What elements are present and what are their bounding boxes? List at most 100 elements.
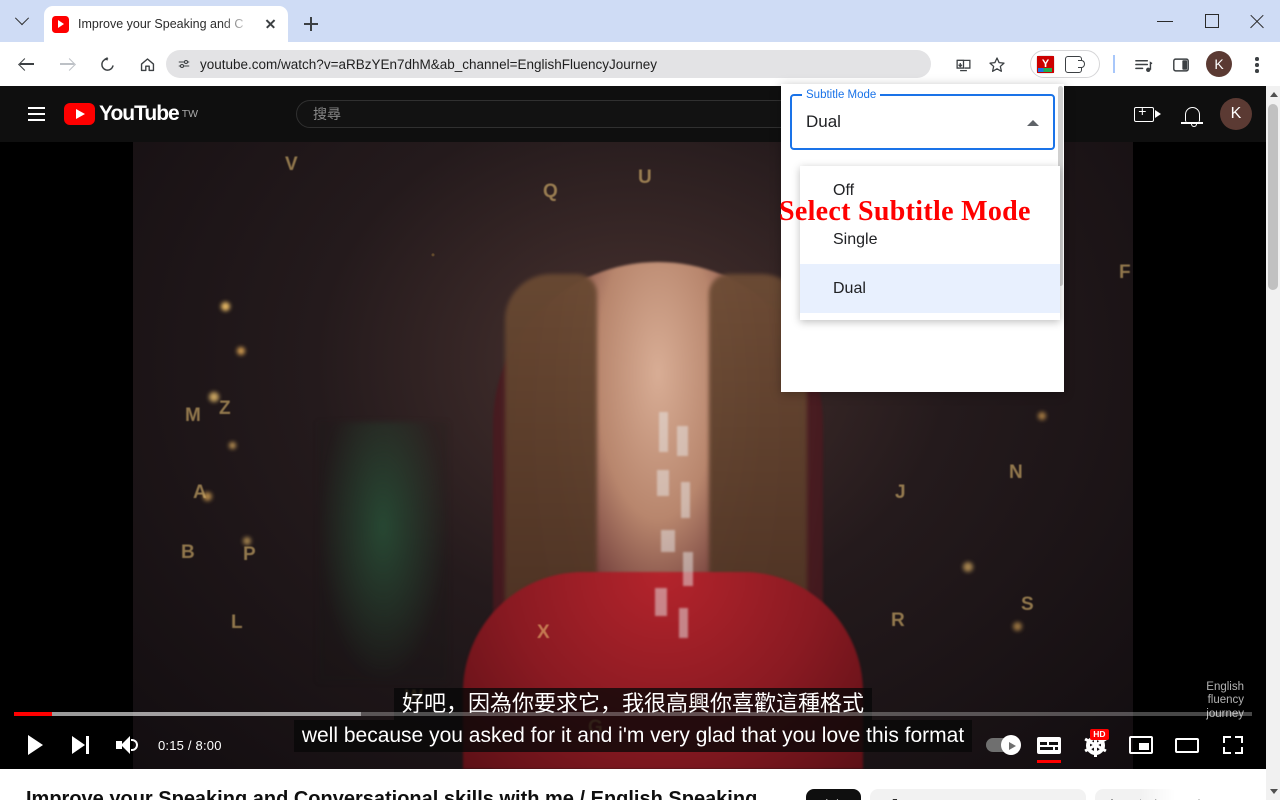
- youtube-favicon: [52, 15, 69, 33]
- page-title: Improve your Speaking and Conversational…: [26, 788, 758, 800]
- address-text: youtube.com/watch?v=aRBzYEn7dhM&ab_chann…: [200, 56, 658, 72]
- new-tab-button[interactable]: [297, 10, 325, 38]
- overlay-letter: X: [537, 622, 550, 643]
- recommendations-rail: 全部 「English Fluency Journey」… 相關內容 Speak…: [806, 789, 1266, 800]
- youtube-wordmark: YouTube: [99, 102, 180, 125]
- search-placeholder: 搜尋: [313, 106, 341, 122]
- overlay-letter: M: [185, 405, 201, 426]
- youtube-play-icon: [64, 103, 95, 125]
- page-viewport: YouTube TW 搜尋 K: [0, 86, 1280, 800]
- back-button[interactable]: [12, 49, 42, 79]
- annotation-label: Select Subtitle Mode: [779, 196, 1031, 227]
- profile-button[interactable]: K: [1206, 51, 1232, 77]
- arrow-right-icon: [59, 56, 75, 72]
- volume-button[interactable]: [104, 721, 150, 769]
- guide-toggle-button[interactable]: [16, 94, 56, 134]
- play-button[interactable]: [12, 721, 58, 769]
- volume-icon: [116, 736, 138, 754]
- time-display: 0:15 / 8:00: [158, 737, 222, 753]
- miniplayer-icon: [1129, 736, 1153, 754]
- close-icon[interactable]: [260, 14, 280, 34]
- option-dual[interactable]: Dual: [800, 264, 1060, 313]
- theater-icon: [1175, 737, 1199, 753]
- chevron-up-icon[interactable]: [1027, 120, 1039, 126]
- progress-bar[interactable]: [14, 712, 1252, 716]
- fullscreen-icon: [1223, 736, 1243, 754]
- video-glyph-overlay: [653, 412, 723, 642]
- account-avatar[interactable]: K: [1220, 98, 1252, 130]
- side-panel-icon: [1173, 58, 1189, 72]
- install-app-button[interactable]: [948, 50, 978, 80]
- overlay-letter: A: [193, 482, 207, 503]
- chip-all[interactable]: 全部: [806, 789, 861, 800]
- tab-search-button[interactable]: [8, 7, 36, 35]
- youtube-logo[interactable]: YouTube TW: [64, 102, 198, 126]
- window-close-button[interactable]: [1234, 0, 1280, 42]
- search-input[interactable]: 搜尋: [296, 100, 806, 128]
- extensions-puzzle-icon[interactable]: [1065, 55, 1085, 73]
- watermark-line-1: English: [1206, 680, 1244, 693]
- scroll-up-arrow[interactable]: [1269, 92, 1278, 97]
- forward-button[interactable]: [52, 49, 82, 79]
- kebab-menu-icon: [1255, 58, 1259, 72]
- subtitle-mode-select[interactable]: Subtitle Mode Dual: [790, 88, 1055, 150]
- overlay-letter: P: [243, 544, 256, 565]
- theater-mode-button[interactable]: [1164, 721, 1210, 769]
- overlay-letter: J: [895, 482, 906, 503]
- reading-list-button[interactable]: [1128, 50, 1158, 80]
- address-bar[interactable]: youtube.com/watch?v=aRBzYEn7dhM&ab_chann…: [166, 50, 931, 78]
- chip-related[interactable]: 相關內容: [1094, 789, 1177, 800]
- minimize-button[interactable]: [1142, 0, 1188, 42]
- tab-title: Improve your Speaking and C: [78, 17, 244, 31]
- subtitles-icon: [1037, 736, 1061, 754]
- volume-wave: [131, 739, 138, 751]
- fullscreen-button[interactable]: [1210, 721, 1256, 769]
- gear-icon: HD: [1083, 728, 1109, 757]
- video-player[interactable]: V U X Q Z M B P A L F F N J S R X W G: [0, 142, 1266, 769]
- player-controls-right: HD: [980, 721, 1266, 769]
- overlay-letter: S: [1021, 594, 1034, 615]
- create-video-icon: [1134, 104, 1161, 122]
- chips-next-button[interactable]: [1186, 792, 1212, 800]
- overlay-letter: B: [181, 542, 195, 563]
- overlay-letter: U: [638, 167, 652, 188]
- browser-tab[interactable]: Improve your Speaking and C: [44, 6, 288, 42]
- play-icon: [27, 735, 43, 755]
- subtitles-button[interactable]: [1026, 721, 1072, 769]
- scroll-down-arrow[interactable]: [1269, 789, 1278, 794]
- home-button[interactable]: [132, 49, 162, 79]
- autoplay-toggle[interactable]: [980, 721, 1026, 769]
- toolbar-divider: [1113, 55, 1115, 73]
- chip-channel[interactable]: 「English Fluency Journey」…: [870, 789, 1086, 800]
- subtitle-mode-value: Dual: [806, 112, 841, 131]
- maximize-button[interactable]: [1188, 0, 1234, 42]
- chrome-menu-button[interactable]: [1242, 50, 1272, 80]
- scrollbar-thumb[interactable]: [1268, 104, 1278, 290]
- side-panel-button[interactable]: [1166, 50, 1196, 80]
- next-button[interactable]: [58, 721, 104, 769]
- next-icon: [72, 736, 90, 754]
- tab-strip: Improve your Speaking and C: [0, 0, 1280, 42]
- bell-icon: [1181, 106, 1203, 127]
- settings-button[interactable]: HD: [1072, 721, 1118, 769]
- notifications-button[interactable]: [1172, 94, 1212, 134]
- player-controls: 0:15 / 8:00 HD: [0, 721, 1266, 769]
- extensions-pill: Y: [1030, 50, 1100, 78]
- page-scrollbar[interactable]: [1266, 86, 1280, 800]
- create-video-button[interactable]: [1124, 94, 1164, 134]
- filter-chips: 全部 「English Fluency Journey」… 相關內容: [806, 789, 1266, 800]
- site-settings-icon[interactable]: [176, 56, 192, 72]
- home-icon: [140, 57, 154, 71]
- bookmark-button[interactable]: [982, 50, 1012, 80]
- reload-icon: [100, 56, 114, 71]
- country-code: TW: [181, 108, 199, 120]
- miniplayer-button[interactable]: [1118, 721, 1164, 769]
- browser-window: Improve your Speaking and C youtube.com/…: [0, 0, 1280, 800]
- hd-badge: HD: [1090, 728, 1109, 740]
- overlay-letter: V: [285, 154, 298, 175]
- star-icon: [989, 57, 1005, 72]
- overlay-letter: Z: [219, 398, 231, 419]
- overlay-letter: R: [891, 610, 905, 631]
- youtube-extension-icon[interactable]: Y: [1036, 54, 1055, 74]
- reload-button[interactable]: [92, 49, 122, 79]
